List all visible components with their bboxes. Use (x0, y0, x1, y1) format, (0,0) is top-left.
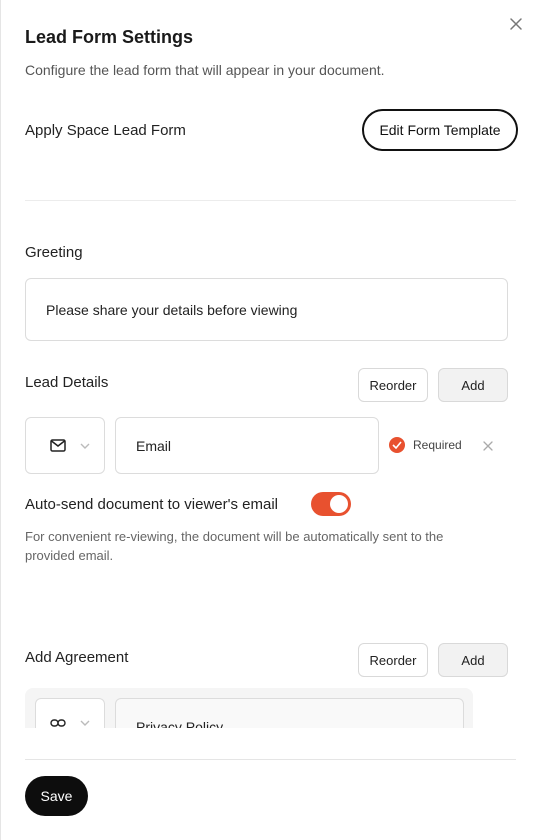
apply-space-lead-form-label: Apply Space Lead Form (25, 122, 186, 139)
lead-details-add-button[interactable]: Add (438, 368, 508, 402)
agreement-reorder-button[interactable]: Reorder (358, 643, 428, 677)
agreement-icon-select[interactable] (35, 698, 105, 728)
agreement-add-button[interactable]: Add (438, 643, 508, 677)
remove-field-icon[interactable] (482, 440, 494, 452)
lead-details-reorder-button[interactable]: Reorder (358, 368, 428, 402)
link-icon (50, 719, 66, 727)
greeting-input[interactable]: Please share your details before viewing (25, 278, 508, 341)
auto-send-toggle[interactable] (311, 492, 351, 516)
lead-details-label: Lead Details (25, 374, 109, 391)
auto-send-help-text: For convenient re-viewing, the document … (25, 529, 444, 563)
required-label: Required (413, 438, 462, 452)
toggle-knob (330, 495, 348, 513)
chevron-down-icon (80, 443, 90, 449)
add-agreement-label: Add Agreement (25, 649, 129, 666)
save-button[interactable]: Save (25, 776, 88, 816)
chevron-down-icon (80, 720, 90, 726)
greeting-label: Greeting (25, 244, 83, 261)
panel-title: Lead Form Settings (25, 27, 194, 47)
section-divider (25, 200, 516, 201)
edit-form-template-button[interactable]: Edit Form Template (362, 109, 518, 151)
auto-send-label: Auto-send document to viewer's email (25, 496, 278, 513)
footer-divider (25, 759, 516, 760)
panel-left-border (0, 0, 1, 840)
agreement-field[interactable]: Privacy Policy (115, 698, 464, 728)
panel-subtitle: Configure the lead form that will appear… (25, 62, 385, 78)
mail-icon (50, 439, 66, 452)
close-icon[interactable] (508, 16, 524, 32)
agreement-list: Privacy Policy (25, 688, 473, 728)
check-icon (389, 437, 405, 453)
field-icon-select[interactable] (25, 417, 105, 474)
lead-field-email[interactable]: Email (115, 417, 379, 474)
required-checkbox[interactable]: Required (389, 437, 462, 453)
